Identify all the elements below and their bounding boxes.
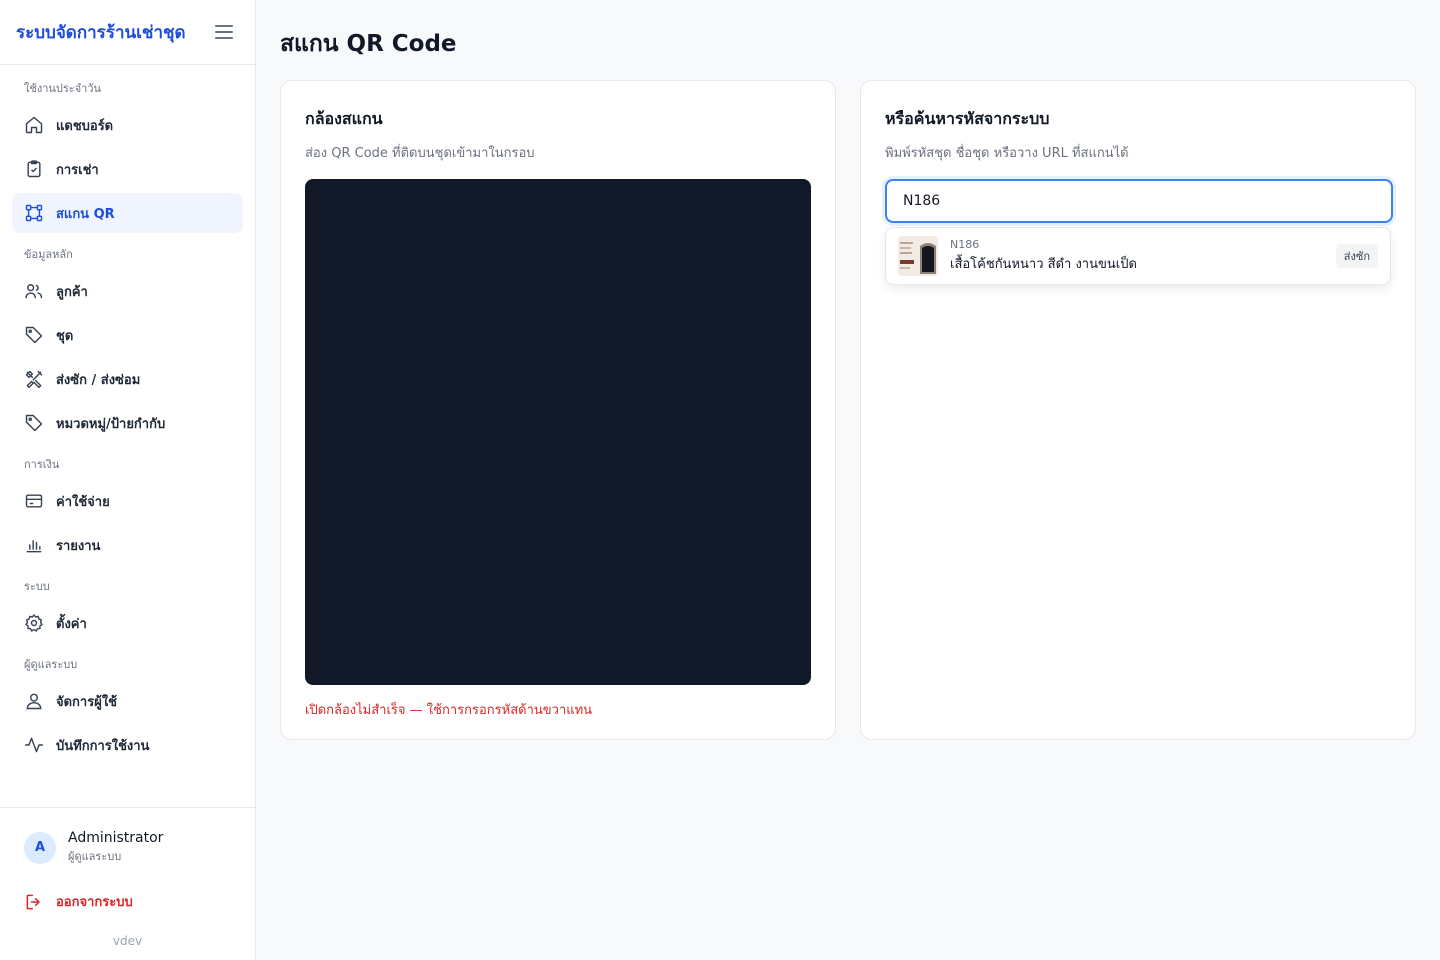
sidebar-item-label: บันทึกการใช้งาน xyxy=(56,738,150,754)
sidebar-item-label: แดชบอร์ด xyxy=(56,118,114,134)
user-icon xyxy=(26,693,42,710)
search-result-item[interactable]: N186 เสื้อโค้ชกันหนาว สีดำ งานขนเป็ด ส่ง… xyxy=(885,227,1391,285)
section-label-finance: การเงิน xyxy=(24,458,60,471)
camera-card-subtitle: ส่อง QR Code ที่ติดบนชุดเข้ามาในกรอบ xyxy=(305,146,535,161)
sidebar-item-label: ตั้งค่า xyxy=(56,616,87,632)
home-icon xyxy=(25,116,43,134)
sidebar-item-label: การเช่า xyxy=(56,162,99,178)
user-role: ผู้ดูแลระบบ xyxy=(68,850,122,863)
users-icon xyxy=(25,284,43,299)
sidebar-item-qr-scan[interactable]: สแกน QR xyxy=(12,193,243,233)
credit-card-icon xyxy=(25,494,43,508)
brand-row: ระบบจัดการร้านเช่าชุด xyxy=(0,0,255,65)
logout-button[interactable]: ออกจากระบบ xyxy=(24,891,231,912)
tag-icon xyxy=(25,326,43,344)
search-card: หรือค้นหารหัสจากระบบ พิมพ์รหัสชุด ชื่อชุ… xyxy=(860,80,1416,740)
sidebar-item-user-management[interactable]: จัดการผู้ใช้ xyxy=(12,681,243,721)
logout-label: ออกจากระบบ xyxy=(56,895,133,910)
camera-card: กล้องสแกน ส่อง QR Code ที่ติดบนชุดเข้ามา… xyxy=(280,80,836,740)
sidebar-item-activity-log[interactable]: บันทึกการใช้งาน xyxy=(12,725,243,765)
camera-error-message: เปิดกล้องไม่สำเร็จ — ใช้การกรอกรหัสด้านข… xyxy=(305,703,593,718)
search-card-title: หรือค้นหารหัสจากระบบ xyxy=(885,109,1050,128)
search-input[interactable] xyxy=(885,179,1393,223)
sidebar-item-laundry-repair[interactable]: ส่งซัก / ส่งซ่อม xyxy=(12,359,243,399)
sidebar-nav: ใช้งานประจำวัน แดชบอร์ด การเช่า สแกน QR … xyxy=(0,79,255,765)
search-card-subtitle: พิมพ์รหัสชุด ชื่อชุด หรือวาง URL ที่สแกน… xyxy=(885,146,1129,161)
sidebar-item-rentals[interactable]: การเช่า xyxy=(12,149,243,189)
sidebar-item-label: ส่งซัก / ส่งซ่อม xyxy=(56,372,141,388)
section-label-master-data: ข้อมูลหลัก xyxy=(24,248,73,261)
sidebar-item-settings[interactable]: ตั้งค่า xyxy=(12,603,243,643)
sidebar-item-label: ค่าใช้จ่าย xyxy=(56,494,110,510)
user-info: A Administrator ผู้ดูแลระบบ xyxy=(24,830,231,865)
sidebar-item-customers[interactable]: ลูกค้า xyxy=(12,271,243,311)
avatar: A xyxy=(24,831,56,864)
outfit-thumbnail xyxy=(898,236,938,276)
sidebar-item-label: สแกน QR xyxy=(56,206,115,222)
tag-outline-icon xyxy=(25,414,43,432)
sidebar-item-categories[interactable]: หมวดหมู่/ป้ายกำกับ xyxy=(12,403,243,443)
camera-card-title: กล้องสแกน xyxy=(305,109,383,128)
bar-chart-icon xyxy=(26,540,42,553)
sidebar-item-dashboard[interactable]: แดชบอร์ด xyxy=(12,105,243,145)
brand-title: ระบบจัดการร้านเช่าชุด xyxy=(16,22,186,43)
sidebar-item-label: รายงาน xyxy=(56,538,101,554)
sidebar-item-reports[interactable]: รายงาน xyxy=(12,525,243,565)
camera-viewport xyxy=(305,179,811,685)
sidebar-item-expenses[interactable]: ค่าใช้จ่าย xyxy=(12,481,243,521)
sidebar-item-outfits[interactable]: ชุด xyxy=(12,315,243,355)
gear-icon xyxy=(25,614,43,632)
result-code: N186 xyxy=(950,238,980,251)
logout-icon xyxy=(26,894,40,909)
page-title: สแกน QR Code xyxy=(280,31,457,57)
menu-toggle-icon[interactable] xyxy=(215,25,233,39)
activity-icon xyxy=(24,737,44,753)
section-label-admin: ผู้ดูแลระบบ xyxy=(24,658,78,671)
clipboard-check-icon xyxy=(27,160,41,178)
version-label: vdev xyxy=(112,934,143,948)
sidebar-item-label: หมวดหมู่/ป้ายกำกับ xyxy=(56,416,166,432)
result-name: เสื้อโค้ชกันหนาว สีดำ งานขนเป็ด xyxy=(950,257,1137,272)
status-badge: ส่งซัก xyxy=(1335,244,1378,268)
sidebar-item-label: ลูกค้า xyxy=(56,284,88,300)
qr-scan-icon xyxy=(25,204,43,222)
sidebar: ระบบจัดการร้านเช่าชุด ใช้งานประจำวัน แดช… xyxy=(0,0,256,960)
section-label-system: ระบบ xyxy=(24,580,50,593)
tools-icon xyxy=(25,370,43,389)
section-label-daily: ใช้งานประจำวัน xyxy=(24,82,102,95)
user-name: Administrator xyxy=(68,830,164,846)
sidebar-item-label: จัดการผู้ใช้ xyxy=(56,694,118,710)
sidebar-footer: A Administrator ผู้ดูแลระบบ ออกจากระบบ v… xyxy=(0,807,255,960)
sidebar-item-label: ชุด xyxy=(56,328,74,344)
